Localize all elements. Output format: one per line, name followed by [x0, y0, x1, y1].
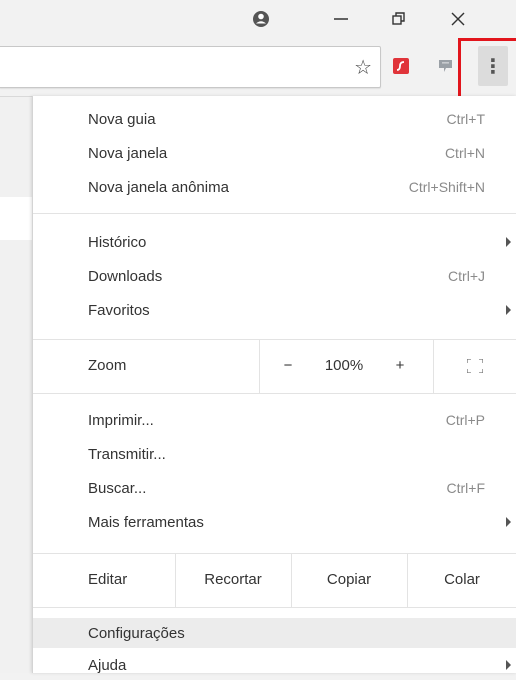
menu-item-cast[interactable]: Transmitir...: [33, 439, 516, 469]
menu-item-downloads[interactable]: Downloads Ctrl+J: [33, 261, 516, 291]
close-icon[interactable]: [440, 0, 476, 38]
zoom-out-button[interactable]: −: [273, 339, 303, 393]
menu-separator: [33, 213, 516, 214]
chrome-main-menu: Nova guia Ctrl+T Nova janela Ctrl+N Nova…: [32, 96, 516, 674]
menu-item-label: Ajuda: [88, 656, 127, 674]
menu-item-bookmarks[interactable]: Favoritos: [33, 295, 516, 325]
address-bar[interactable]: ☆: [0, 46, 381, 88]
menu-item-more-tools[interactable]: Mais ferramentas: [33, 507, 516, 537]
menu-item-shortcut: Ctrl+P: [445, 412, 485, 428]
edit-row: Editar Recortar Copiar Colar: [33, 553, 516, 607]
paste-button[interactable]: Colar: [407, 553, 516, 607]
menu-item-label: Nova janela anônima: [88, 178, 229, 196]
menu-item-new-window[interactable]: Nova janela Ctrl+N: [33, 138, 516, 168]
menu-item-label: Buscar...: [88, 479, 147, 497]
page-sidebar-strip: [0, 97, 32, 197]
submenu-arrow-icon: [506, 660, 511, 670]
menu-item-help[interactable]: Ajuda: [33, 650, 516, 680]
zoom-level: 100%: [324, 357, 364, 374]
submenu-arrow-icon: [506, 237, 511, 247]
menu-item-settings[interactable]: Configurações: [33, 618, 516, 648]
fullscreen-button[interactable]: [445, 339, 505, 393]
zoom-in-button[interactable]: +: [385, 339, 415, 393]
menu-item-label: Configurações: [88, 624, 185, 642]
menu-item-shortcut: Ctrl+T: [446, 111, 486, 127]
title-bar: [0, 0, 516, 38]
menu-item-label: Favoritos: [88, 301, 150, 319]
menu-item-label: Nova guia: [88, 110, 156, 128]
browser-toolbar: ☆ ⋮: [0, 38, 516, 97]
minimize-icon[interactable]: [326, 0, 356, 38]
menu-item-label: Mais ferramentas: [88, 513, 204, 531]
zoom-divider: [433, 339, 434, 393]
copy-button[interactable]: Copiar: [291, 553, 407, 607]
edit-label: Editar: [88, 571, 128, 588]
bookmark-star-icon[interactable]: ☆: [354, 47, 372, 87]
menu-item-label: Downloads: [88, 267, 163, 285]
zoom-label: Zoom: [88, 357, 127, 374]
page-sidebar-strip: [0, 240, 32, 673]
flash-extension-icon[interactable]: [386, 46, 416, 86]
menu-item-new-tab[interactable]: Nova guia Ctrl+T: [33, 104, 516, 134]
highlight-annotation: [458, 38, 516, 100]
menu-item-label: Transmitir...: [88, 445, 166, 463]
menu-item-find[interactable]: Buscar... Ctrl+F: [33, 473, 516, 503]
restore-icon[interactable]: [384, 0, 414, 38]
menu-item-print[interactable]: Imprimir... Ctrl+P: [33, 405, 516, 435]
menu-separator: [33, 393, 516, 394]
menu-item-shortcut: Ctrl+F: [446, 480, 486, 496]
menu-item-label: Imprimir...: [88, 411, 154, 429]
menu-item-label: Nova janela: [88, 144, 168, 162]
menu-item-shortcut: Ctrl+Shift+N: [408, 179, 485, 195]
menu-item-history[interactable]: Histórico: [33, 227, 516, 257]
menu-separator: [33, 607, 516, 608]
menu-item-shortcut: Ctrl+J: [448, 268, 485, 284]
menu-item-incognito[interactable]: Nova janela anônima Ctrl+Shift+N: [33, 172, 516, 202]
menu-item-shortcut: Ctrl+N: [444, 145, 485, 161]
zoom-row: Zoom − 100% +: [33, 339, 516, 393]
submenu-arrow-icon: [506, 305, 511, 315]
cut-button[interactable]: Recortar: [175, 553, 291, 607]
zoom-divider: [259, 339, 260, 393]
submenu-arrow-icon: [506, 517, 511, 527]
menu-item-label: Histórico: [88, 233, 147, 251]
fullscreen-icon: [467, 359, 483, 373]
profile-icon[interactable]: [246, 0, 276, 38]
